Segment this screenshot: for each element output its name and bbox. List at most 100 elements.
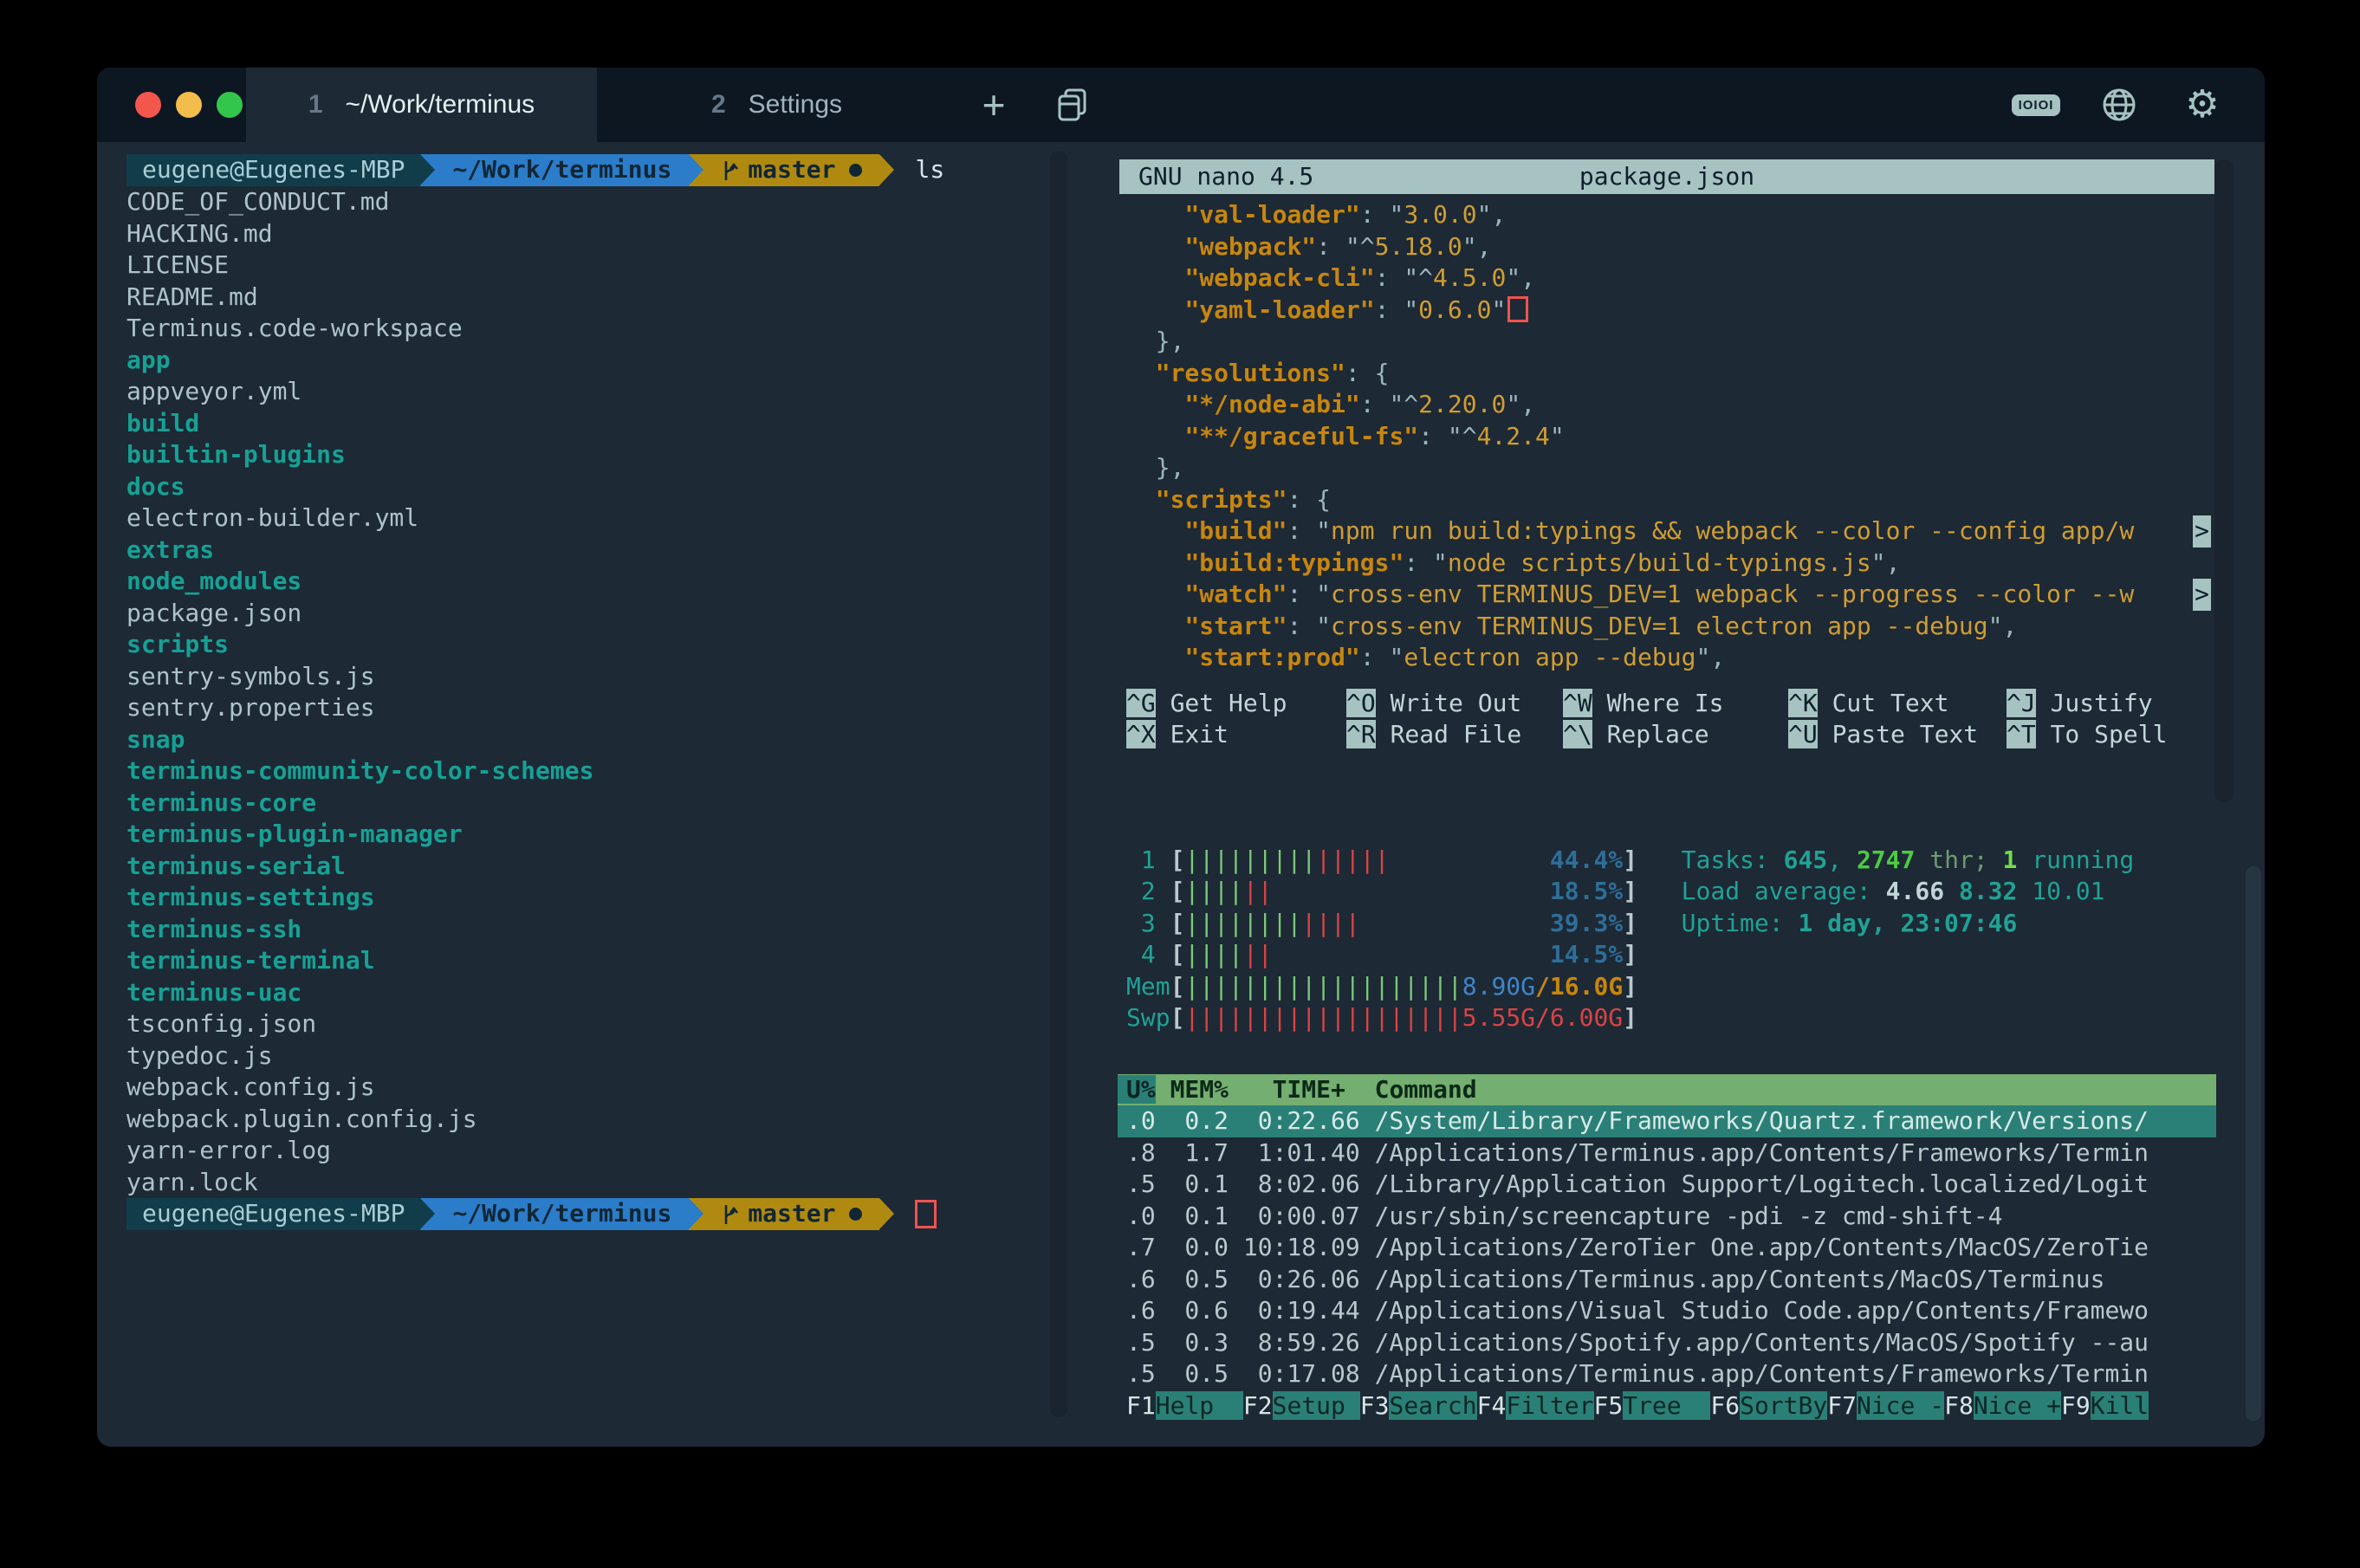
terminal-cursor	[915, 1200, 937, 1228]
prompt-user-host: eugene@Eugenes-MBP	[126, 154, 420, 186]
prompt-user-host: eugene@Eugenes-MBP	[126, 1198, 420, 1230]
htop-meter: 4 [|||||| 14.5%]	[1126, 939, 2237, 971]
listing-item-file: webpack.config.js	[126, 1072, 1114, 1104]
process-row[interactable]: .0 0.1 0:00.07 /usr/sbin/screencapture -…	[1118, 1201, 2216, 1233]
nano-line: "**/graceful-fs": "^4.2.4"	[1126, 421, 2237, 453]
nano-shortcut: ^T To Spell	[2007, 719, 2167, 751]
nano-shortcut: ^O Write Out	[1346, 688, 1563, 720]
fkey-item[interactable]: F6SortBy	[1710, 1390, 1827, 1422]
globe-icon[interactable]	[2078, 68, 2161, 142]
listing-item-file: Terminus.code-workspace	[126, 313, 1114, 345]
nano-line: "start": "cross-env TERMINUS_DEV=1 elect…	[1126, 611, 2237, 643]
split-pane-icon[interactable]	[1031, 68, 1114, 142]
gear-icon[interactable]: ⚙	[2161, 68, 2244, 142]
htop-meter: 2 [|||||| 18.5%] Load average: 4.66 8.32…	[1126, 876, 2237, 908]
htop-function-key-bar: F1Help F2Setup F3SearchF4FilterF5Tree F6…	[1118, 1390, 2237, 1422]
nano-line: },	[1126, 452, 2237, 484]
listing-item-file: typedoc.js	[126, 1040, 1114, 1072]
listing-item-dir: snap	[126, 724, 1114, 756]
nano-titlebar: GNU nano 4.5 package.json	[1119, 159, 2214, 194]
fkey-item[interactable]: F2Setup	[1243, 1390, 1360, 1422]
htop-meter: 3 [|||||||||||| 39.3%] Uptime: 1 day, 23…	[1126, 908, 2237, 940]
nano-line: "scripts": {	[1126, 484, 2237, 516]
nano-pane-scrollbar[interactable]	[2214, 159, 2234, 802]
nano-line: "val-loader": "3.0.0",	[1126, 199, 2237, 231]
process-row[interactable]: .0 0.2 0:22.66 /System/Library/Framework…	[1118, 1105, 2216, 1137]
process-row[interactable]: .7 0.0 10:18.09 /Applications/ZeroTier O…	[1118, 1232, 2216, 1264]
tab-index: 2	[711, 90, 726, 120]
new-tab-button[interactable]: +	[956, 68, 1031, 142]
listing-item-file: webpack.plugin.config.js	[126, 1104, 1114, 1136]
nano-editor-content: "val-loader": "3.0.0", "webpack": "^5.18…	[1118, 199, 2237, 674]
nano-shortcut: ^G Get Help	[1126, 688, 1346, 720]
window-controls	[97, 68, 246, 142]
process-row[interactable]: .5 0.1 8:02.06 /Library/Application Supp…	[1118, 1169, 2216, 1201]
left-pane-scrollbar[interactable]	[1050, 151, 1067, 1417]
listing-item-dir: terminus-serial	[126, 851, 1114, 883]
listing-item-file: yarn-error.log	[126, 1135, 1114, 1167]
serial-port-icon[interactable]: IOIOI	[1994, 68, 2078, 142]
nano-line: "build:typings": "node scripts/build-typ…	[1126, 548, 2237, 580]
htop-process-table: U% MEM% TIME+ Command .0 0.2 0:22.66 /Sy…	[1118, 1074, 2237, 1422]
listing-item-dir: terminus-plugin-manager	[126, 819, 1114, 851]
nano-line: "resolutions": {	[1126, 358, 2237, 390]
fkey-item[interactable]: F5Tree	[1594, 1390, 1711, 1422]
tab-settings[interactable]: 2 Settings	[597, 68, 956, 142]
branch-name: master	[748, 154, 835, 186]
fkey-item[interactable]: F8Nice +	[1944, 1390, 2061, 1422]
nano-shortcut: ^\ Replace	[1563, 719, 1788, 751]
listing-item-file: sentry.properties	[126, 692, 1114, 724]
terminal-content: eugene@Eugenes-MBP ~/Work/terminus maste…	[97, 142, 2265, 1447]
powerline-arrow	[420, 1198, 435, 1230]
process-row[interactable]: .6 0.5 0:26.06 /Applications/Terminus.ap…	[1118, 1264, 2216, 1296]
shell-prompt: eugene@Eugenes-MBP ~/Work/terminus maste…	[126, 154, 1114, 186]
nano-shortcut: ^J Justify	[2007, 688, 2153, 720]
terminal-pane-right[interactable]: GNU nano 4.5 package.json "val-loader": …	[1118, 142, 2237, 1422]
fkey-item[interactable]: F1Help	[1126, 1390, 1243, 1422]
git-branch-icon	[721, 158, 740, 184]
terminal-pane-left[interactable]: eugene@Eugenes-MBP ~/Work/terminus maste…	[126, 154, 1114, 1230]
listing-item-dir: scripts	[126, 629, 1114, 661]
terminus-window: 1 ~/Work/terminus 2 Settings + IOIOI	[97, 68, 2265, 1447]
process-row[interactable]: .8 1.7 1:01.40 /Applications/Terminus.ap…	[1118, 1137, 2216, 1170]
listing-item-dir: terminus-settings	[126, 882, 1114, 914]
fkey-item[interactable]: F4Filter	[1477, 1390, 1594, 1422]
listing-item-file: CODE_OF_CONDUCT.md	[126, 186, 1114, 218]
process-row[interactable]: .5 0.5 0:17.08 /Applications/Terminus.ap…	[1118, 1358, 2216, 1390]
prompt-path: ~/Work/terminus	[435, 1198, 689, 1230]
nano-line: "webpack": "^5.18.0",	[1126, 231, 2237, 263]
process-table-header[interactable]: U% MEM% TIME+ Command	[1118, 1074, 2216, 1106]
sort-column-header[interactable]: U%	[1118, 1075, 1156, 1104]
process-row[interactable]: .5 0.3 8:59.26 /Applications/Spotify.app…	[1118, 1327, 2216, 1359]
listing-item-dir: node_modules	[126, 566, 1114, 598]
listing-item-dir: terminus-uac	[126, 977, 1114, 1009]
nano-shortcut: ^U Paste Text	[1788, 719, 2007, 751]
nano-shortcut-bar: ^G Get Help^O Write Out^W Where Is^K Cut…	[1118, 688, 2237, 751]
tab-work-terminus[interactable]: 1 ~/Work/terminus	[246, 68, 597, 142]
fkey-item[interactable]: F9Kill	[2061, 1390, 2149, 1422]
listing-item-dir: terminus-terminal	[126, 945, 1114, 977]
listing-item-dir: build	[126, 408, 1114, 440]
branch-name: master	[748, 1198, 835, 1230]
tabbar-spacer	[1114, 68, 1994, 142]
listing-item-file: README.md	[126, 282, 1114, 314]
process-row[interactable]: .6 0.6 0:19.44 /Applications/Visual Stud…	[1118, 1295, 2216, 1327]
nano-line: "start:prod": "electron app --debug",	[1126, 642, 2237, 674]
branch-dirty-dot	[849, 1208, 862, 1221]
prompt-git-branch: master	[703, 1198, 879, 1230]
minimize-window-button[interactable]	[176, 92, 202, 118]
maximize-window-button[interactable]	[217, 92, 243, 118]
listing-item-dir: docs	[126, 471, 1114, 503]
fkey-item[interactable]: F7Nice -	[1827, 1390, 1944, 1422]
branch-dirty-dot	[849, 164, 862, 177]
htop-pane-scrollbar[interactable]	[2246, 866, 2261, 1421]
tab-title: ~/Work/terminus	[346, 90, 535, 120]
powerline-arrow	[689, 154, 703, 186]
nano-shortcut: ^R Read File	[1346, 719, 1563, 751]
nano-line: "*/node-abi": "^2.20.0",	[1126, 389, 2237, 421]
fkey-item[interactable]: F3Search	[1360, 1390, 1477, 1422]
listing-item-file: sentry-symbols.js	[126, 661, 1114, 693]
close-window-button[interactable]	[135, 92, 161, 118]
serial-badge-label: IOIOI	[2012, 94, 2061, 116]
listing-item-file: yarn.lock	[126, 1167, 1114, 1199]
